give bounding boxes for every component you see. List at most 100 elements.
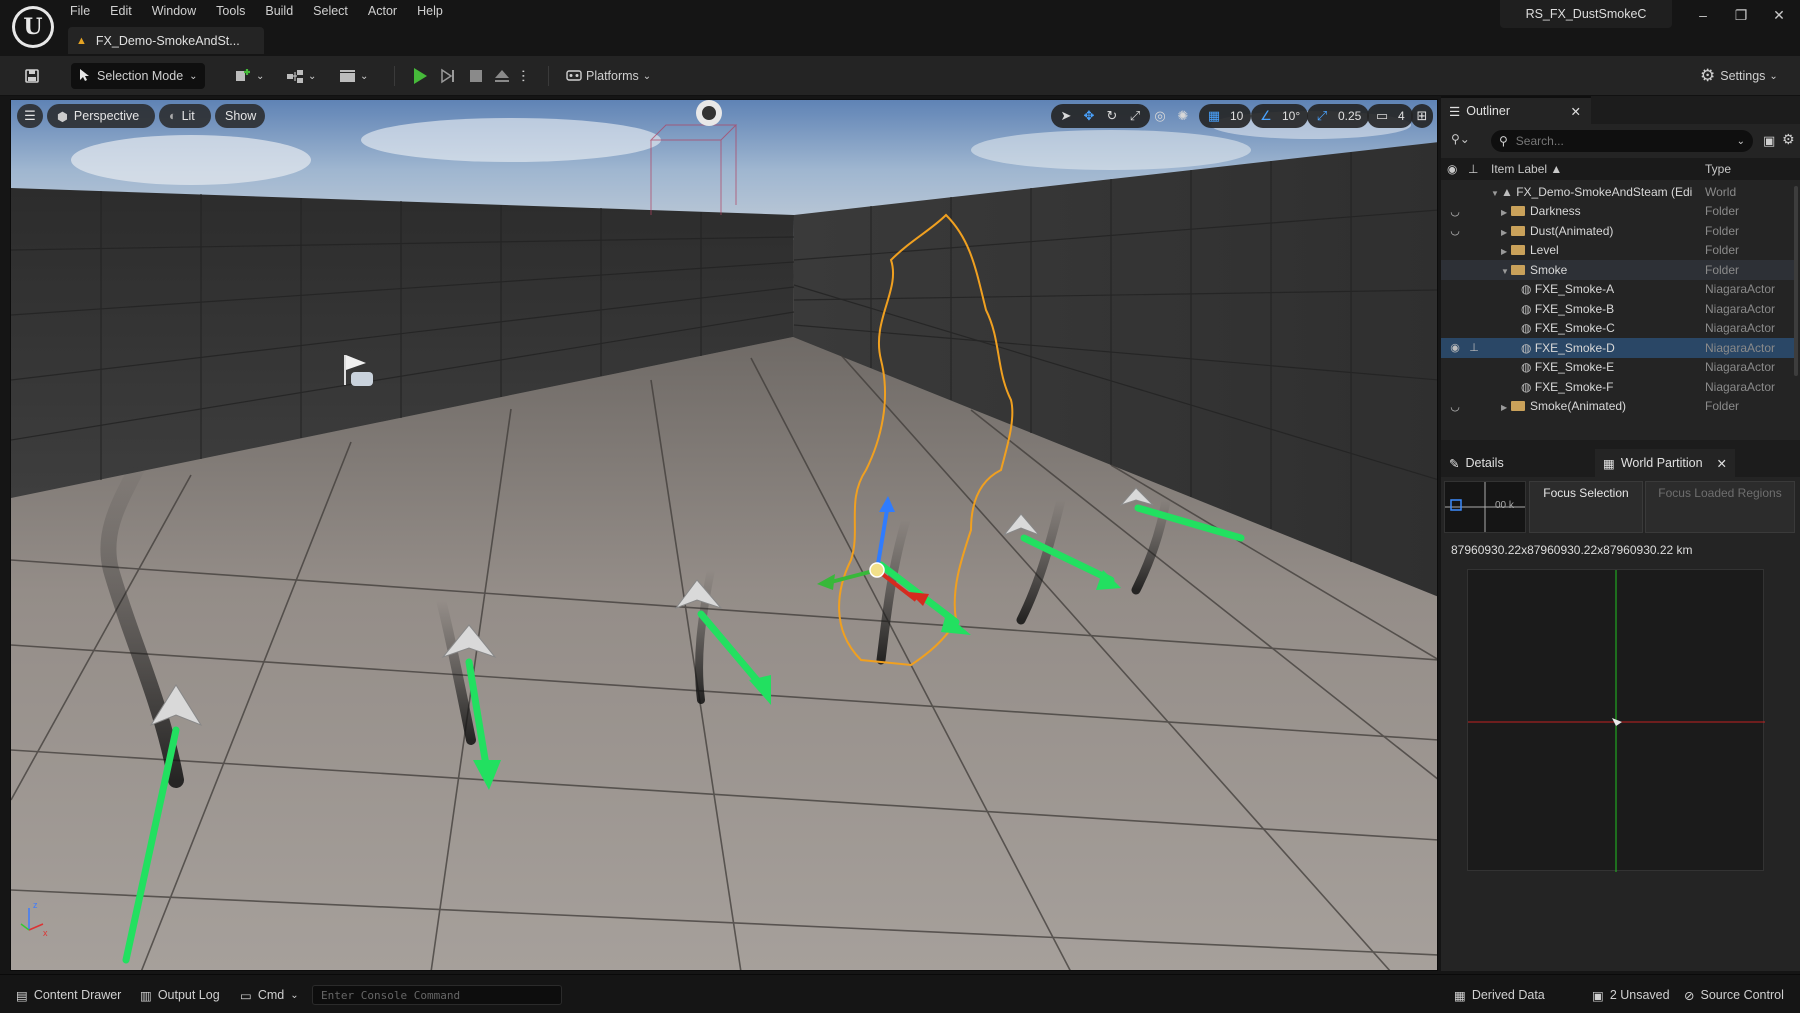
stop-icon[interactable]: [464, 63, 488, 89]
outliner-row[interactable]: ▶ Level Folder: [1441, 241, 1795, 261]
menu-select[interactable]: Select: [303, 0, 358, 22]
save-icon[interactable]: [20, 63, 44, 89]
unreal-logo[interactable]: U: [12, 6, 54, 48]
level-viewport[interactable]: z x ☰ ⬢ Perspective ◐ Lit Show ➤ ✥ ↻ ⤢ ◎…: [10, 99, 1438, 971]
settings-dropdown[interactable]: ⚙ Settings ⌄: [1700, 63, 1788, 89]
cinematics-button[interactable]: ⌄: [338, 63, 374, 89]
outliner-row[interactable]: ◍ FXE_Smoke-C NiagaraActor: [1441, 319, 1795, 339]
focus-loaded-regions-button[interactable]: Focus Loaded Regions: [1645, 481, 1795, 533]
outliner-row[interactable]: ◡ ▶ Darkness Folder: [1441, 202, 1795, 222]
play-icon[interactable]: [408, 63, 432, 89]
visibility-icon[interactable]: ◡: [1446, 205, 1464, 218]
visibility-col-icon[interactable]: ◉: [1447, 162, 1457, 176]
menu-window[interactable]: Window: [142, 0, 206, 22]
add-actor-button[interactable]: ⌄: [234, 63, 270, 89]
pin-icon[interactable]: ⊥: [1467, 341, 1481, 354]
outliner-row[interactable]: ▼ Smoke Folder: [1441, 260, 1795, 280]
source-control-button[interactable]: ⊘ Source Control: [1684, 984, 1784, 1006]
gear-icon[interactable]: ⚙: [1782, 131, 1795, 148]
close-icon[interactable]: ✕: [1717, 456, 1727, 471]
minimize-button[interactable]: –: [1688, 4, 1718, 26]
outliner-row[interactable]: ◍ FXE_Smoke-B NiagaraActor: [1441, 299, 1795, 319]
world-partition-tab[interactable]: ▦ World Partition ✕: [1595, 449, 1735, 477]
restore-button[interactable]: ❐: [1726, 4, 1756, 26]
outliner-row-type: World: [1705, 184, 1737, 199]
close-icon[interactable]: ✕: [1571, 104, 1581, 119]
outliner-search-input[interactable]: ⚲ Search... ⌄: [1491, 130, 1753, 152]
level-tab[interactable]: ▲ FX_Demo-SmokeAndSt...: [68, 27, 264, 54]
outliner-row[interactable]: ◉ ⊥ ◍ FXE_Smoke-D NiagaraActor: [1441, 338, 1795, 358]
selection-mode-dropdown[interactable]: Selection Mode ⌄: [71, 63, 205, 89]
outliner-scrollbar[interactable]: [1794, 186, 1798, 376]
unsaved-button[interactable]: ▣ 2 Unsaved: [1592, 984, 1670, 1006]
blueprints-button[interactable]: ⌄: [286, 63, 322, 89]
expand-arrow-icon[interactable]: ▶: [1501, 228, 1511, 237]
minimap-scale-label: 00 k: [1495, 500, 1514, 511]
focus-selection-button[interactable]: Focus Selection: [1529, 481, 1643, 533]
advance-frame-icon[interactable]: [436, 63, 460, 89]
expand-arrow-icon[interactable]: ▶: [1501, 208, 1511, 217]
scale-tool-icon[interactable]: ⤢: [1125, 106, 1145, 126]
outliner-row[interactable]: ◍ FXE_Smoke-E NiagaraActor: [1441, 358, 1795, 378]
content-drawer-button[interactable]: ▤ Content Drawer: [16, 984, 121, 1006]
rotate-tool-icon[interactable]: ↻: [1102, 106, 1122, 126]
directional-light-icon: [696, 100, 722, 126]
add-folder-icon[interactable]: ▣: [1763, 133, 1775, 149]
visibility-icon[interactable]: ◉: [1446, 341, 1464, 354]
filter-icon[interactable]: ⚲⌄: [1451, 132, 1470, 146]
translate-tool-icon[interactable]: ✥: [1079, 106, 1099, 126]
world-partition-tab-label: World Partition: [1620, 456, 1703, 470]
perspective-button[interactable]: ⬢ Perspective: [47, 104, 155, 128]
surface-snap-icon[interactable]: ✺: [1173, 106, 1193, 126]
menu-file[interactable]: File: [60, 0, 100, 22]
outliner-tab[interactable]: ☰ Outliner ✕: [1441, 96, 1591, 124]
pin-col-icon[interactable]: ⊥: [1468, 162, 1478, 176]
viewport-menu-icon[interactable]: ☰: [17, 104, 43, 128]
outliner-row-type: NiagaraActor: [1705, 301, 1776, 316]
world-partition-map[interactable]: [1467, 569, 1765, 872]
outliner-row[interactable]: ◍ FXE_Smoke-A NiagaraActor: [1441, 280, 1795, 300]
camera-icon: ▭: [1375, 108, 1389, 123]
content-drawer-label: Content Drawer: [33, 988, 122, 1002]
grid-snap[interactable]: ▦ 10: [1199, 104, 1252, 128]
menu-build[interactable]: Build: [255, 0, 303, 22]
eject-icon[interactable]: [490, 63, 514, 89]
expand-arrow-icon[interactable]: ▼: [1501, 267, 1511, 276]
level-icon: ▲: [76, 34, 87, 47]
outliner-row-label: Dust(Animated): [1530, 223, 1614, 238]
show-button[interactable]: Show: [215, 104, 265, 128]
derived-data-button[interactable]: ▦ Derived Data: [1454, 984, 1545, 1006]
outliner-row-label: FXE_Smoke-D: [1534, 340, 1615, 355]
lit-button[interactable]: ◐ Lit: [159, 104, 211, 128]
outliner-row[interactable]: ◡ ▶ Smoke(Animated) Folder: [1441, 397, 1795, 417]
visibility-icon[interactable]: ◡: [1446, 224, 1464, 237]
expand-arrow-icon[interactable]: ▶: [1501, 403, 1511, 412]
item-label-header[interactable]: Item Label ▲: [1491, 162, 1562, 176]
outliner-row[interactable]: ▼ ▲ FX_Demo-SmokeAndSteam (Edi World: [1441, 182, 1795, 202]
platforms-dropdown[interactable]: Platforms ⌄: [562, 63, 660, 89]
output-log-button[interactable]: ▥ Output Log: [140, 984, 220, 1006]
world-partition-minimap-thumb[interactable]: 00 k: [1444, 481, 1526, 533]
scale-snap[interactable]: ⤢ 0.25: [1307, 104, 1370, 128]
outliner-row[interactable]: ◡ ▶ Dust(Animated) Folder: [1441, 221, 1795, 241]
outliner-row[interactable]: ◍ FXE_Smoke-F NiagaraActor: [1441, 377, 1795, 397]
camera-speed[interactable]: ▭ 4: [1367, 104, 1413, 128]
cmd-dropdown[interactable]: ▭ Cmd ⌄: [240, 984, 299, 1006]
menu-help[interactable]: Help: [407, 0, 453, 22]
expand-arrow-icon[interactable]: ▼: [1491, 189, 1501, 198]
menu-actor[interactable]: Actor: [358, 0, 407, 22]
type-header[interactable]: Type: [1705, 162, 1731, 176]
rotation-snap[interactable]: ∠ 10°: [1251, 104, 1309, 128]
title-bar: U File Edit Window Tools Build Select Ac…: [0, 0, 1800, 56]
menu-edit[interactable]: Edit: [100, 0, 142, 22]
viewport-layout-icon[interactable]: ⊞: [1411, 104, 1433, 128]
menu-tools[interactable]: Tools: [206, 0, 255, 22]
visibility-icon[interactable]: ◡: [1446, 400, 1464, 413]
world-coords-icon[interactable]: ◎: [1150, 106, 1170, 126]
close-window-button[interactable]: ✕: [1764, 4, 1794, 26]
play-options-icon[interactable]: ⋯: [516, 63, 532, 89]
expand-arrow-icon[interactable]: ▶: [1501, 247, 1511, 256]
select-tool-icon[interactable]: ➤: [1056, 106, 1076, 126]
console-input[interactable]: Enter Console Command: [312, 985, 562, 1005]
details-tab[interactable]: ✎ Details: [1441, 449, 1591, 477]
